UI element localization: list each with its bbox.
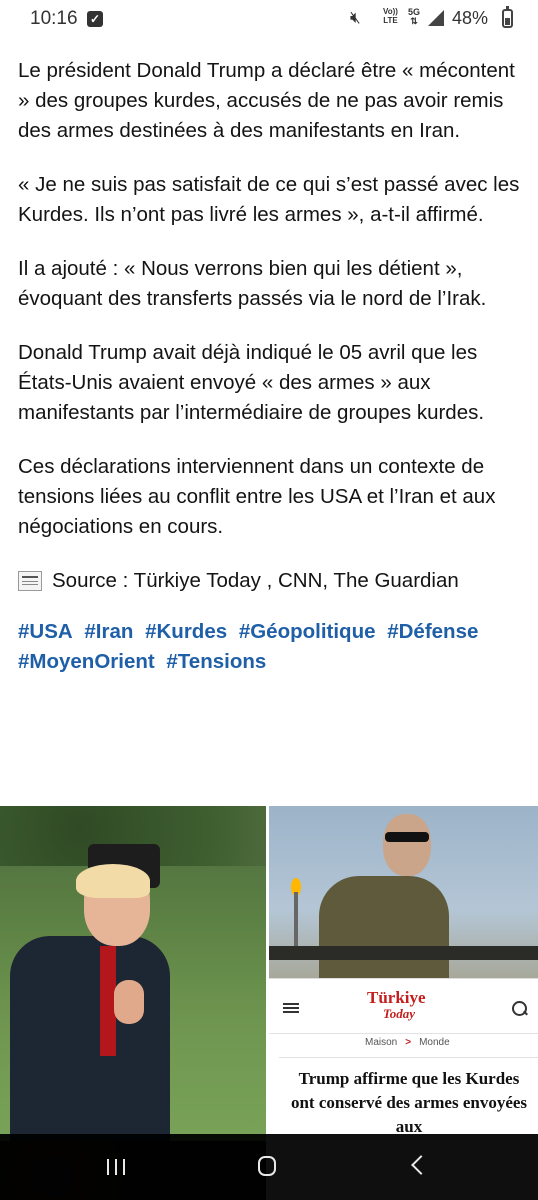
breadcrumb: Maison > Monde bbox=[365, 1037, 450, 1048]
paragraph: Le président Donald Trump a déclaré être… bbox=[18, 59, 515, 142]
source-line: Source : Türkiye Today , CNN, The Guardi… bbox=[18, 566, 523, 596]
network-type: 5G ⇅ bbox=[408, 7, 421, 26]
clock: 10:16 bbox=[30, 8, 78, 29]
recent-apps-button[interactable] bbox=[107, 1159, 127, 1175]
paragraph: Ces déclarations interviennent dans un c… bbox=[18, 455, 496, 538]
newspaper-icon bbox=[18, 571, 42, 591]
site-logo: Türkiye Today bbox=[367, 988, 426, 1021]
hashtag-link[interactable]: #Iran bbox=[84, 620, 133, 643]
battery-icon bbox=[502, 6, 513, 28]
hashtag-link[interactable]: #USA bbox=[18, 620, 73, 643]
paragraph: Donald Trump avait déjà indiqué le 05 av… bbox=[18, 341, 485, 424]
source-text: Source : Türkiye Today , CNN, The Guardi… bbox=[52, 569, 459, 592]
soldier-photo[interactable] bbox=[269, 806, 538, 978]
status-bar: 10:16 ✓ 🔇︎ Vo)) LTE 5G ⇅ 48% bbox=[0, 0, 538, 38]
hashtag-link[interactable]: #Géopolitique bbox=[239, 620, 376, 643]
paragraph: Il a ajouté : « Nous verrons bien qui le… bbox=[18, 257, 487, 310]
search-icon bbox=[512, 1001, 527, 1016]
hashtag-link[interactable]: #Défense bbox=[387, 620, 478, 643]
back-button[interactable] bbox=[411, 1155, 431, 1175]
chevron-right-icon: > bbox=[405, 1037, 412, 1048]
notification-check-icon: ✓ bbox=[87, 11, 103, 27]
menu-icon bbox=[283, 1003, 299, 1013]
article-headline: Trump affirme que les Kurdes ont conserv… bbox=[290, 1069, 528, 1136]
volte-indicator: Vo)) LTE bbox=[383, 7, 398, 25]
home-button[interactable] bbox=[258, 1156, 276, 1176]
paragraph: « Je ne suis pas satisfait de ce qui s’e… bbox=[18, 173, 520, 226]
mute-icon: 🔇︎ bbox=[350, 8, 361, 27]
battery-percent: 48% bbox=[452, 8, 489, 28]
hashtags: #USA #Iran #Kurdes #Géopolitique #Défens… bbox=[18, 617, 523, 677]
hashtag-link[interactable]: #MoyenOrient bbox=[18, 650, 155, 673]
navigation-bar bbox=[0, 1134, 538, 1200]
signal-icon bbox=[428, 10, 444, 26]
hashtag-link[interactable]: #Kurdes bbox=[145, 620, 227, 643]
hashtag-link[interactable]: #Tensions bbox=[166, 650, 266, 673]
post-text: Le président Donald Trump a déclaré être… bbox=[18, 56, 523, 677]
